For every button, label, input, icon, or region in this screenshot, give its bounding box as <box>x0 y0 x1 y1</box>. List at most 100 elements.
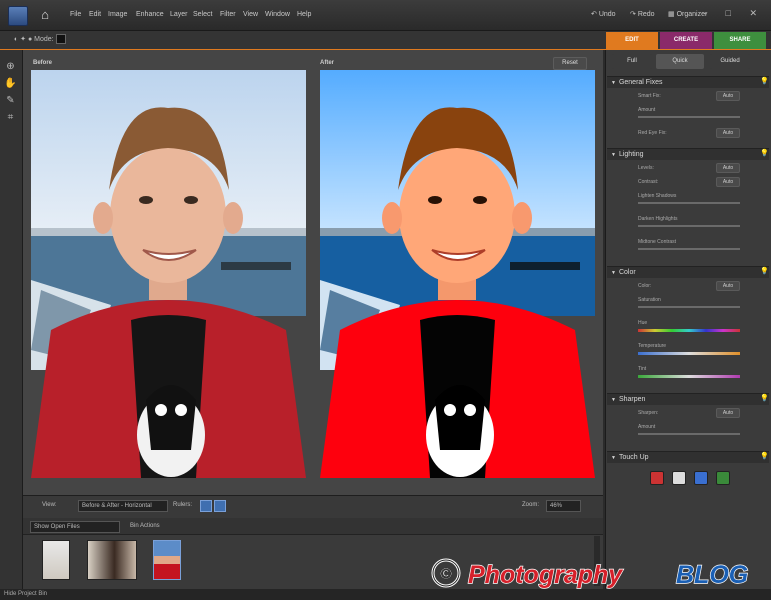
ruler-toggle-icon[interactable] <box>200 500 212 512</box>
control-label: Contrast: <box>638 179 659 185</box>
undo-button[interactable]: ↶ Undo <box>591 10 616 18</box>
collapse-triangle-icon[interactable]: ▼ <box>611 270 616 276</box>
tool-icon[interactable] <box>716 471 730 485</box>
control-label: Amount <box>638 107 656 113</box>
section-header-sharpen[interactable]: ▼ Sharpen <box>607 393 769 405</box>
view-label: View: <box>42 502 57 508</box>
control-label: Temperature <box>638 343 667 349</box>
collapse-triangle-icon[interactable]: ▼ <box>611 455 616 461</box>
help-bulb-icon[interactable]: 💡 <box>760 267 769 275</box>
blue-sky-icon[interactable] <box>694 471 708 485</box>
hand-tool-icon[interactable]: ✋ <box>3 77 18 90</box>
adjustment-slider[interactable] <box>638 202 740 204</box>
adjustment-slider[interactable] <box>638 375 740 378</box>
menu-item-help[interactable]: Help <box>297 11 311 18</box>
menu-item-layer[interactable]: Layer <box>170 11 188 18</box>
menu-item-edit[interactable]: Edit <box>89 11 101 18</box>
show-files-select[interactable]: Show Open Files <box>30 521 120 533</box>
teeth-whitening-icon[interactable] <box>672 471 686 485</box>
window-controls[interactable]: – □ ✕ <box>702 8 765 19</box>
section-title: General Fixes <box>618 79 663 86</box>
right-panel <box>605 50 771 589</box>
crop-tool-icon[interactable]: ⌗ <box>3 111 18 124</box>
auto-button[interactable]: Auto <box>716 163 740 173</box>
reset-button[interactable]: Reset <box>553 57 587 70</box>
home-icon[interactable]: ⌂ <box>36 6 54 24</box>
after-photo[interactable] <box>320 70 595 478</box>
control-label: Saturation <box>638 297 661 303</box>
view-select[interactable]: Before & After - Horizontal <box>78 500 168 512</box>
menu-item-window[interactable]: Window <box>265 11 290 18</box>
auto-button[interactable]: Auto <box>716 281 740 291</box>
subtab-guided[interactable]: Guided <box>710 54 750 69</box>
help-bulb-icon[interactable]: 💡 <box>760 452 769 460</box>
menu-item-enhance[interactable]: Enhance <box>136 11 164 18</box>
tab-create[interactable]: CREATE <box>660 32 712 49</box>
watermark-word-blog: BLOG <box>676 561 748 589</box>
help-bulb-icon[interactable]: 💡 <box>760 77 769 85</box>
help-bulb-icon[interactable]: 💡 <box>760 394 769 402</box>
section-header-lighting[interactable]: ▼ Lighting <box>607 148 769 160</box>
section-title: Sharpen <box>618 396 646 403</box>
adjustment-slider[interactable] <box>638 116 740 118</box>
tab-share[interactable]: SHARE <box>714 32 766 49</box>
control-label: Smart Fix: <box>638 93 661 99</box>
auto-button[interactable]: Auto <box>716 91 740 101</box>
before-photo[interactable] <box>31 70 306 478</box>
section-title: Touch Up <box>618 454 649 461</box>
section-header-touch-up[interactable]: ▼ Touch Up <box>607 451 769 463</box>
menu-item-select[interactable]: Select <box>193 11 212 18</box>
rulers-label: Rulers: <box>173 502 193 508</box>
before-label: Before <box>33 60 53 66</box>
redo-button[interactable]: ↷ Redo <box>630 10 655 18</box>
adjustment-slider[interactable] <box>638 306 740 308</box>
redo-label: Redo <box>637 11 655 18</box>
collapse-triangle-icon[interactable]: ▼ <box>611 152 616 158</box>
bin-actions-menu[interactable]: Bin Actions <box>130 523 160 529</box>
control-label: Darken Highlights <box>638 216 678 222</box>
thumbnail[interactable] <box>87 540 137 580</box>
subtab-quick[interactable]: Quick <box>656 54 704 69</box>
zoom-tool-icon[interactable]: ⊕ <box>3 60 18 73</box>
thumbnail-selected[interactable] <box>153 540 181 580</box>
control-label: Sharpen: <box>638 410 659 416</box>
adjustment-slider[interactable] <box>638 352 740 355</box>
control-label: Tint <box>638 366 647 372</box>
menu-item-image[interactable]: Image <box>108 11 127 18</box>
hide-project-bin-button[interactable]: Hide Project Bin <box>4 591 47 597</box>
control-label: Midtone Contrast <box>638 239 677 245</box>
control-label: Color: <box>638 283 652 289</box>
collapse-triangle-icon[interactable]: ▼ <box>611 397 616 403</box>
auto-button[interactable]: Auto <box>716 177 740 187</box>
undo-label: Undo <box>598 11 616 18</box>
zoom-input[interactable]: 46% <box>546 500 581 512</box>
app-logo-icon <box>8 6 28 26</box>
section-header-color[interactable]: ▼ Color <box>607 266 769 278</box>
adjustment-slider[interactable] <box>638 433 740 435</box>
section-header-general-fixes[interactable]: ▼ General Fixes <box>607 76 769 88</box>
menu-item-view[interactable]: View <box>243 11 258 18</box>
subtab-full[interactable]: Full <box>612 54 652 69</box>
control-label: Red Eye Fix: <box>638 130 667 136</box>
tab-edit[interactable]: EDIT <box>606 32 658 49</box>
menu-item-file[interactable]: File <box>70 11 81 18</box>
red-eye-icon[interactable] <box>650 471 664 485</box>
control-label: Levels: <box>638 165 654 171</box>
auto-button[interactable]: Auto <box>716 408 740 418</box>
whiten-teeth-icon[interactable]: ✎ <box>3 94 18 107</box>
tool-options[interactable]: ◐ ✦ ● Mode: <box>14 34 66 44</box>
thumbnail[interactable] <box>42 540 70 580</box>
zoom-label: Zoom: <box>522 502 540 508</box>
watermark-logo: © Photography BLOG <box>431 558 749 590</box>
collapse-triangle-icon[interactable]: ▼ <box>611 80 616 86</box>
adjustment-slider[interactable] <box>638 248 740 250</box>
menu-item-filter[interactable]: Filter <box>220 11 236 18</box>
ruler-toggle-icon[interactable] <box>214 500 226 512</box>
adjustment-slider[interactable] <box>638 329 740 332</box>
section-title: Lighting <box>618 151 644 158</box>
auto-button[interactable]: Auto <box>716 128 740 138</box>
mode-label: Mode: <box>34 35 54 43</box>
boy-photo-after <box>320 70 595 478</box>
help-bulb-icon[interactable]: 💡 <box>760 149 769 157</box>
adjustment-slider[interactable] <box>638 225 740 227</box>
